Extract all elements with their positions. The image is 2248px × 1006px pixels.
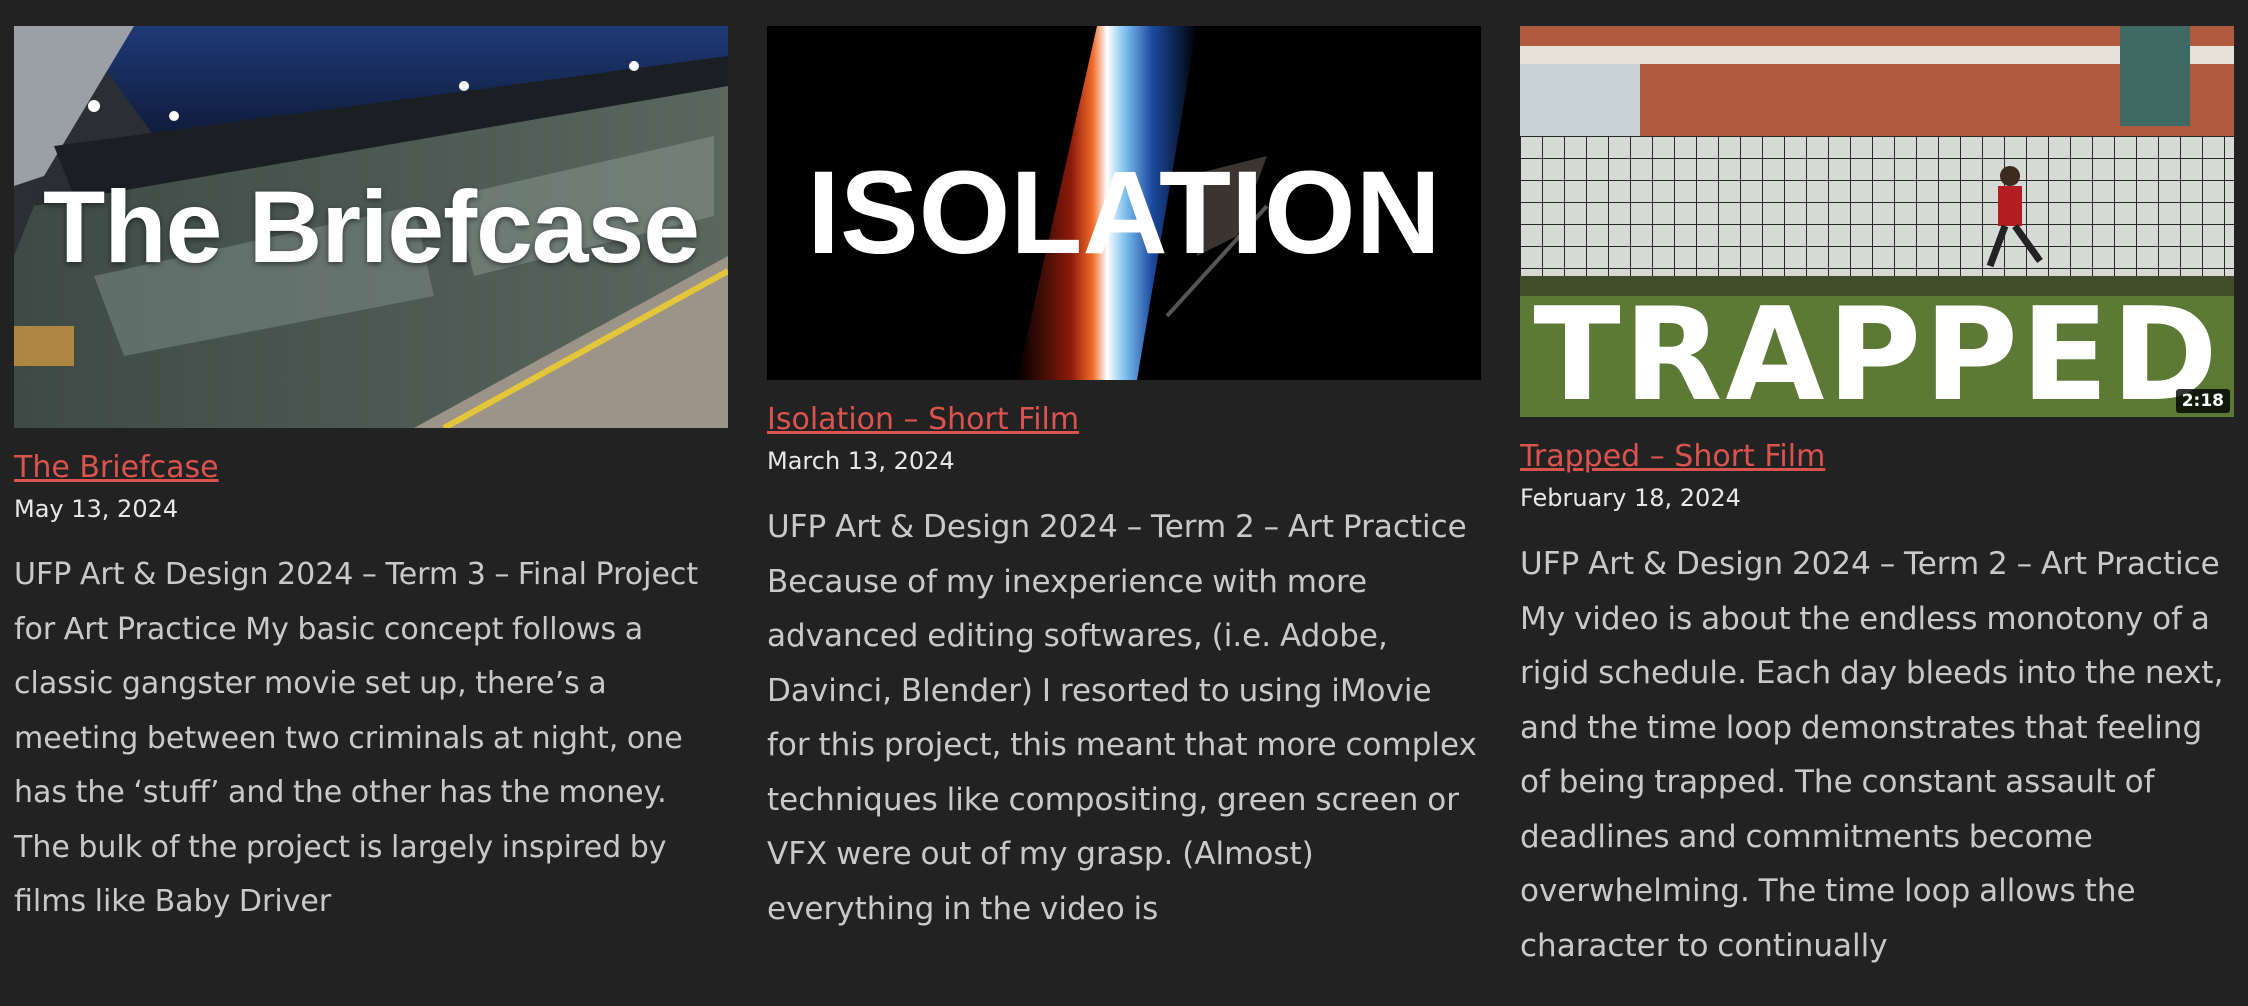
post-title-link[interactable]: The Briefcase xyxy=(14,448,219,488)
post-card-trapped: TRAPPED 2:18 Trapped – Short Film Februa… xyxy=(1520,26,2234,973)
video-duration-badge: 2:18 xyxy=(2175,389,2230,413)
post-thumbnail[interactable]: TRAPPED 2:18 xyxy=(1520,26,2234,417)
post-title-link[interactable]: Trapped – Short Film xyxy=(1520,437,1825,477)
thumbnail-title: The Briefcase xyxy=(43,170,700,284)
post-excerpt: UFP Art & Design 2024 – Term 2 – Art Pra… xyxy=(1520,546,2224,964)
post-excerpt: UFP Art & Design 2024 – Term 3 – Final P… xyxy=(14,557,699,919)
post-title-link[interactable]: Isolation – Short Film xyxy=(767,400,1079,440)
post-date: February 18, 2024 xyxy=(1520,484,1741,512)
post-thumbnail[interactable]: The Briefcase xyxy=(14,26,728,428)
post-date: March 13, 2024 xyxy=(767,447,955,475)
post-thumbnail[interactable]: ISOLATION xyxy=(767,26,1481,380)
post-date: May 13, 2024 xyxy=(14,495,179,523)
thumbnail-title: TRAPPED xyxy=(1533,281,2221,418)
thumbnail-title: ISOLATION xyxy=(807,147,1441,279)
post-card-isolation: ISOLATION Isolation – Short Film March 1… xyxy=(767,26,1481,936)
post-grid: The Briefcase The Briefcase May 13, 2024… xyxy=(0,0,2248,1006)
post-excerpt: UFP Art & Design 2024 – Term 2 – Art Pra… xyxy=(767,509,1477,927)
post-card-briefcase: The Briefcase The Briefcase May 13, 2024… xyxy=(14,26,728,930)
